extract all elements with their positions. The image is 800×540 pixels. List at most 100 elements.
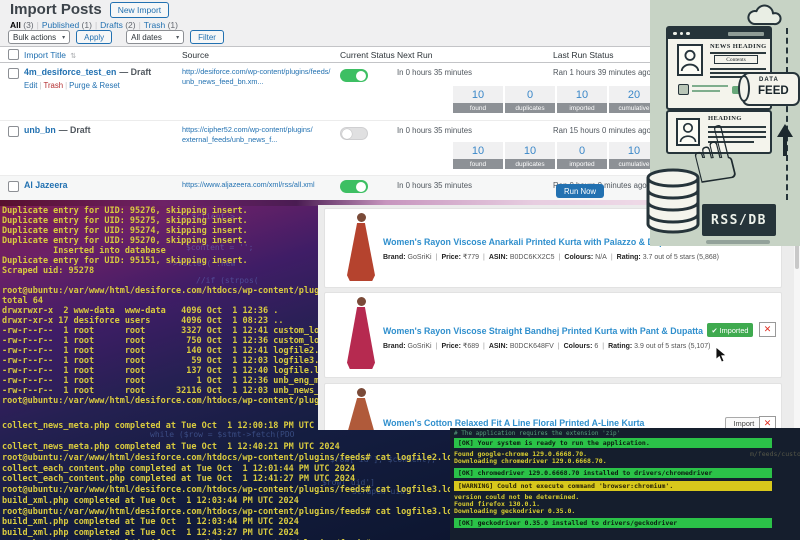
- separator: |: [483, 343, 485, 350]
- import-title-link[interactable]: unb_bn: [24, 125, 56, 135]
- terminal-line: build_xml.php completed at Tue Oct 1 12:…: [2, 517, 460, 528]
- bulk-actions-select[interactable]: Bulk actions ▾: [8, 30, 70, 44]
- figure-head: [357, 213, 366, 222]
- terminal-output-drivers: # The application requires the extension…: [454, 430, 800, 528]
- meta-value: ₹689: [463, 343, 479, 350]
- database-cylinder-icon: [644, 168, 702, 236]
- terminal-window-driver-install[interactable]: # The application requires the extension…: [450, 428, 800, 540]
- terminal-line: root@ubuntu:/var/www/html/desiforce.com/…: [2, 485, 460, 496]
- run-stats: 10found10duplicates0imported10cumulative: [453, 142, 659, 169]
- status-toggle[interactable]: [340, 127, 368, 140]
- stat-duplicates: 0duplicates: [505, 86, 555, 113]
- thumbnail-box: [678, 84, 689, 95]
- column-source: Source: [182, 50, 334, 60]
- bulk-actions-label: Bulk actions: [13, 33, 56, 42]
- data-feed-label: DATA: [759, 77, 779, 83]
- product-card: Women's Cotton Relaxed Fit A Line Floral…: [324, 383, 782, 430]
- stat-label: duplicates: [505, 103, 555, 113]
- row-action-purge-reset[interactable]: Purge & Reset: [69, 81, 120, 90]
- row-action-trash[interactable]: Trash: [43, 81, 63, 90]
- terminal-line-ok: [OK] Your system is ready to run the app…: [454, 438, 772, 448]
- figure-dress: [347, 307, 375, 369]
- terminal-line: Scraped uid: 95278: [2, 266, 320, 276]
- import-title-link[interactable]: Al Jazeera: [24, 180, 68, 190]
- import-title-link[interactable]: 4m_desiforce_test_en: [24, 67, 116, 77]
- terminal-line: Duplicate entry for UID: 95151, skipping…: [2, 256, 320, 266]
- select-all-checkbox[interactable]: [8, 49, 19, 60]
- row-checkbox[interactable]: [8, 181, 19, 192]
- meta-value: 6: [594, 343, 598, 350]
- meta-value: 3.9 out of 5 stars (5,107): [634, 343, 710, 350]
- last-run-value: Ran 1 hours 39 minutes ago: [553, 68, 651, 77]
- meta-value: GoSriKi: [408, 254, 432, 261]
- run-stats: 10found0duplicates10imported20cumulative: [453, 86, 659, 113]
- status-toggle[interactable]: [340, 69, 368, 82]
- table-row: 4m_desiforce_test_en— DraftEdit|Trash|Pu…: [0, 63, 660, 121]
- product-image: [343, 388, 379, 430]
- remove-button[interactable]: ✕: [759, 322, 776, 337]
- stat-imported: 10imported: [557, 86, 607, 113]
- new-import-button[interactable]: New Import: [110, 2, 169, 18]
- desktop-screenshot: Import Posts New Import All (3)|Publishe…: [0, 0, 800, 540]
- table-header-row: Import Title ⇅ Source Current Status Nex…: [0, 47, 660, 63]
- terminal-line: Duplicate entry for UID: 95270, skipping…: [2, 236, 320, 246]
- source-url-cell: https://cipher52.com/wp-content/plugins/…: [182, 125, 334, 145]
- terminal-line: -rw-r--r-- 1 root root 32116 Oct 1 12:03…: [2, 386, 320, 396]
- product-title-link[interactable]: Women's Cotton Relaxed Fit A Line Floral…: [383, 418, 644, 428]
- dates-select[interactable]: All dates ▾: [126, 30, 184, 44]
- filter-count: (3): [21, 20, 34, 30]
- row-actions: Edit|Trash|Purge & Reset: [24, 81, 120, 90]
- contents-label: Contents: [714, 55, 758, 64]
- figure-dress: [347, 223, 375, 281]
- status-toggle[interactable]: [340, 180, 368, 193]
- imported-badge-button[interactable]: ✔Imported: [707, 323, 753, 337]
- stat-label: imported: [557, 103, 607, 113]
- row-checkbox[interactable]: [8, 68, 19, 79]
- terminal-line: -rw-r--r-- 1 root root 140 Oct 1 12:41 l…: [2, 346, 320, 356]
- filter-link-trash[interactable]: Trash: [144, 20, 165, 30]
- meta-label: Brand:: [383, 254, 408, 261]
- row-action-edit[interactable]: Edit: [24, 81, 37, 90]
- next-run-value: In 0 hours 35 minutes: [397, 181, 472, 190]
- wordpress-import-posts-window: Import Posts New Import All (3)|Publishe…: [0, 0, 660, 199]
- table-body: 4m_desiforce_test_en— DraftEdit|Trash|Pu…: [0, 63, 660, 200]
- stat-found: 10found: [453, 142, 503, 169]
- meta-value: N/A: [595, 254, 607, 261]
- chevron-down-icon: ▾: [62, 34, 65, 41]
- apply-button[interactable]: Apply: [76, 30, 112, 44]
- source-url-link[interactable]: https://www.aljazeera.com/xml/rss/all.xm…: [182, 180, 334, 190]
- source-url-link[interactable]: https://cipher52.com/wp-content/plugins/: [182, 125, 334, 135]
- terminal-line: -rw-r--r-- 1 root root 3327 Oct 1 12:41 …: [2, 326, 320, 336]
- separator: |: [139, 20, 141, 30]
- sort-by-title-link[interactable]: Import Title: [24, 50, 66, 60]
- stat-duplicates: 10duplicates: [505, 142, 555, 169]
- stat-label: imported: [557, 159, 607, 169]
- source-url-link[interactable]: http://desiforce.com/wp-content/plugins/…: [182, 67, 334, 77]
- mouse-cursor: [715, 346, 729, 364]
- separator: |: [65, 81, 67, 90]
- meta-label: Price:: [441, 254, 462, 261]
- filter-button[interactable]: Filter: [190, 30, 224, 44]
- row-checkbox[interactable]: [8, 126, 19, 137]
- meta-label: Price:: [441, 343, 462, 350]
- terminal-line: root@ubuntu:/var/www/html/desiforce.com/…: [2, 286, 320, 296]
- terminal-line: -rw-r--r-- 1 root root 137 Oct 1 12:40 l…: [2, 366, 320, 376]
- separator: |: [611, 254, 613, 261]
- meta-label: Rating:: [608, 343, 634, 350]
- filter-link-drafts[interactable]: Drafts: [100, 20, 123, 30]
- meta-value: B0DCK648FV: [510, 343, 554, 350]
- next-run-value: In 0 hours 35 minutes: [397, 126, 472, 135]
- filter-link-all[interactable]: All: [10, 20, 21, 30]
- chevron-down-icon: ▾: [176, 34, 179, 41]
- separator: |: [602, 343, 604, 350]
- filter-link-published[interactable]: Published: [42, 20, 79, 30]
- stat-value: 10: [453, 142, 503, 159]
- separator: |: [95, 20, 97, 30]
- product-title-link[interactable]: Women's Rayon Viscose Straight Bandhej P…: [383, 326, 703, 336]
- source-url-link[interactable]: unb_news_feed_bn.xm...: [182, 77, 334, 87]
- source-url-link[interactable]: external_feeds/unb_news_f...: [182, 135, 334, 145]
- dashed-flow-line: [786, 28, 788, 200]
- product-title-link[interactable]: Women's Rayon Viscose Anarkali Printed K…: [383, 237, 680, 247]
- stat-value: 0: [505, 86, 555, 103]
- run-now-button[interactable]: Run Now: [556, 184, 604, 198]
